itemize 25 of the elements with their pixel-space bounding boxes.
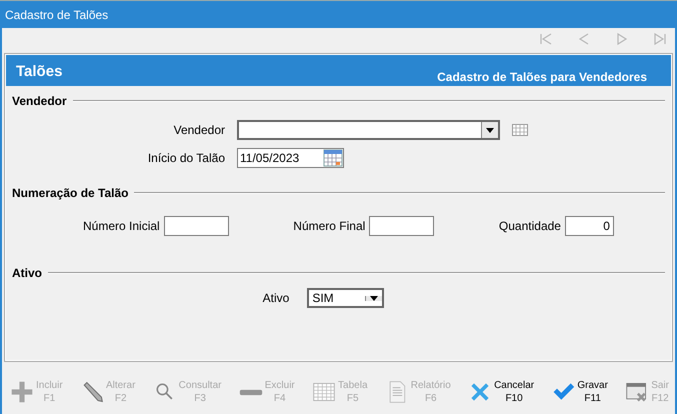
window-title: Cadastro de Talões	[0, 0, 677, 28]
field-label: Número Final	[293, 219, 366, 233]
section-title: Ativo	[12, 266, 42, 280]
dropdown-field[interactable]: SIM	[307, 288, 384, 308]
field-label: Quantidade	[498, 219, 561, 233]
toolbar-button[interactable]: Gravar F11	[551, 379, 608, 405]
field-label: Ativo	[262, 291, 290, 305]
date-field[interactable]: 11/05/2023	[237, 148, 344, 168]
panel-subtitle: Cadastro de Talões para Vendedores	[437, 70, 648, 86]
field-label: Início do Talão	[146, 151, 226, 165]
section-title: Numeração de Talão	[12, 186, 128, 200]
panel-title: Talões	[15, 62, 62, 82]
minus-icon	[238, 388, 263, 396]
section-title: Vendedor	[12, 94, 67, 108]
table-icon	[312, 380, 336, 404]
toolbar-button[interactable]: Cancelar F10	[468, 379, 534, 405]
dropdown-field[interactable]	[237, 120, 500, 140]
plus-icon	[10, 380, 34, 404]
number-field[interactable]: 0	[564, 216, 614, 236]
table-icon[interactable]	[512, 124, 528, 136]
field-label: Vendedor	[172, 123, 226, 137]
calendar-icon[interactable]	[323, 149, 343, 167]
text-field[interactable]	[369, 216, 434, 236]
field-label: Número Inicial	[83, 219, 160, 233]
text-field[interactable]	[164, 216, 229, 236]
